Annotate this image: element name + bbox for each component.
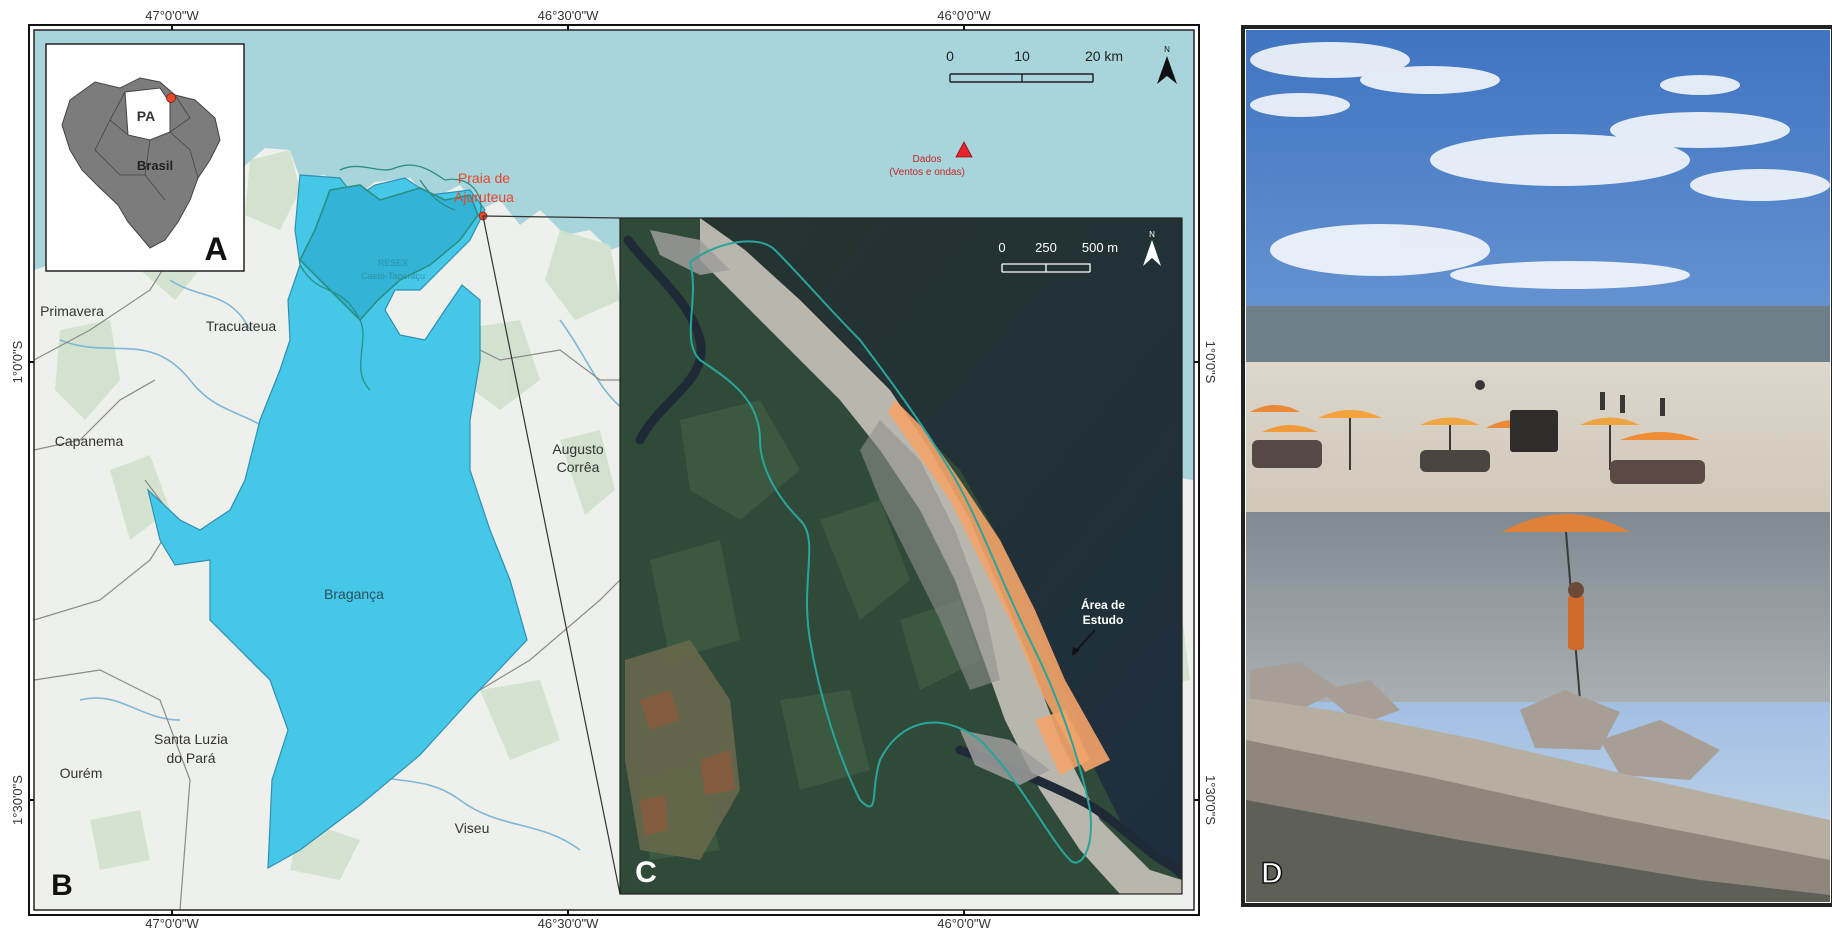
municipality-augusto-correa-1: Augusto: [552, 441, 604, 457]
coord-left-0: 1°0'0"S: [10, 340, 25, 383]
scale-b-tick-2: 20 km: [1085, 48, 1123, 64]
study-area-label-2: Estudo: [1083, 613, 1124, 627]
north-label-c: N: [1149, 230, 1155, 239]
panel-c: 0 250 500 m N Área de Estudo C: [620, 218, 1182, 894]
inset-a: PA Brasil A: [45, 43, 245, 272]
scale-c-tick-0: 0: [998, 240, 1005, 255]
inset-label-pa: PA: [137, 108, 155, 124]
scale-c-tick-1: 250: [1035, 240, 1057, 255]
photo-water: [1246, 512, 1830, 702]
municipality-primavera: Primavera: [40, 303, 104, 319]
panel-label-a: A: [204, 231, 227, 267]
scale-b-tick-1: 10: [1014, 48, 1030, 64]
coord-bottom-2: 46°0'0"W: [937, 916, 991, 931]
data-point-label-1: Dados: [913, 154, 942, 165]
inset-label-brasil: Brasil: [137, 158, 173, 173]
municipality-augusto-correa-2: Corrêa: [557, 459, 600, 475]
panel-label-d: D: [1261, 857, 1283, 890]
scale-c-tick-2: 500 m: [1082, 240, 1118, 255]
coord-right-1: 1°30'0"S: [1203, 775, 1218, 825]
coord-right-0: 1°0'0"S: [1203, 341, 1218, 384]
study-area-label-1: Área de: [1081, 597, 1125, 612]
photo-sea: [1246, 306, 1830, 366]
beach-label-1: Praia de: [458, 170, 510, 186]
panel-d-photo: D: [1246, 30, 1830, 902]
coord-left-1: 1°30'0"S: [10, 775, 25, 825]
inset-location-marker: [166, 93, 176, 103]
municipality-santa-luzia-1: Santa Luzia: [154, 731, 228, 747]
coord-bottom-1: 46°30'0"W: [538, 916, 599, 931]
municipality-capanema: Capanema: [55, 433, 124, 449]
panel-label-b: B: [51, 869, 73, 902]
panel-label-c: C: [635, 856, 657, 889]
municipality-viseu: Viseu: [455, 820, 490, 836]
municipality-tracuateua: Tracuateua: [206, 318, 277, 334]
data-point-label-2: (Ventos e ondas): [889, 167, 965, 178]
north-label-b: N: [1164, 45, 1170, 54]
municipality-braganca: Bragança: [324, 586, 384, 602]
resex-label-1: RESEX: [378, 258, 409, 268]
resex-label-2: Caeté-Taperaçu: [361, 271, 425, 281]
beach-label-2: Ajuruteua: [454, 189, 514, 205]
municipality-santa-luzia-2: do Pará: [166, 750, 215, 766]
scale-b-tick-0: 0: [946, 48, 954, 64]
municipality-ourem: Ourém: [60, 765, 103, 781]
coord-top-2: 46°0'0"W: [937, 8, 991, 23]
figure: Dados (Ventos e ondas) Praia de Ajuruteu…: [10, 8, 1832, 931]
coord-bottom-0: 47°0'0"W: [145, 916, 199, 931]
coord-top-0: 47°0'0"W: [145, 8, 199, 23]
coord-top-1: 46°30'0"W: [538, 8, 599, 23]
